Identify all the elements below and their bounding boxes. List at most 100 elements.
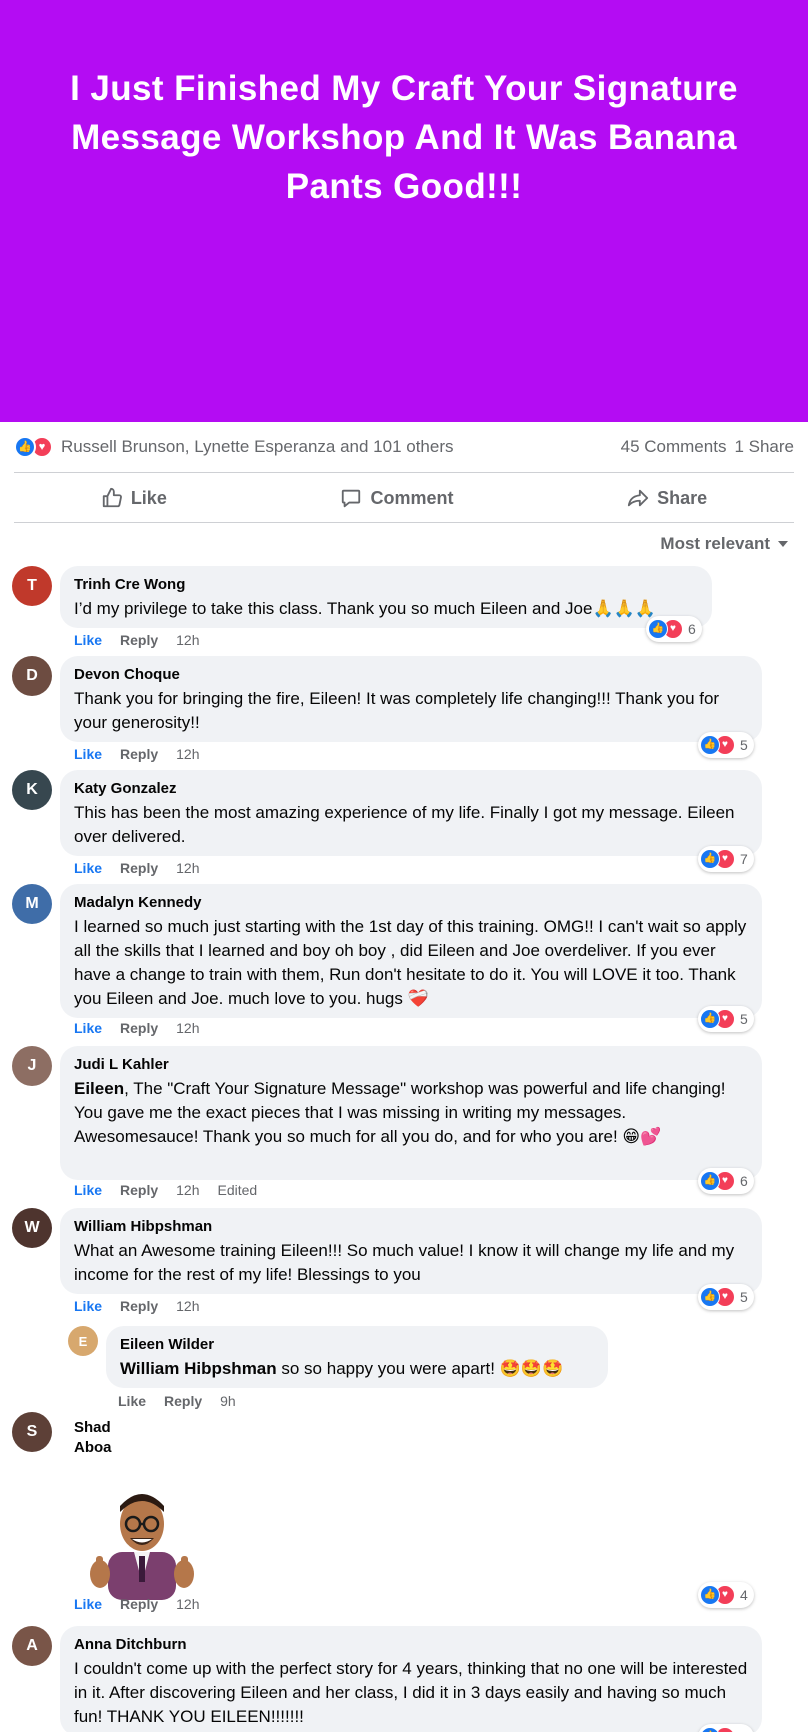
shares-count[interactable]: 1 Share [734, 437, 794, 457]
comment-text: I couldn't come up with the perfect stor… [74, 1659, 748, 1726]
comment-time[interactable]: 12h [176, 632, 199, 648]
comment-like-button[interactable]: Like [74, 1020, 102, 1036]
comment-meta: Like Reply 12h [74, 1596, 200, 1612]
reactors-text[interactable]: Russell Brunson, Lynette Esperanza and 1… [61, 437, 454, 457]
comment-time[interactable]: 12h [176, 1596, 199, 1612]
share-label: Share [657, 487, 708, 508]
comment-time[interactable]: 12h [176, 746, 199, 762]
comment-text: What an Awesome training Eileen!!! So mu… [74, 1241, 735, 1284]
comment-reply-button[interactable]: Reply [120, 1298, 158, 1314]
reactions-summary[interactable]: 👍 ♥ Russell Brunson, Lynette Esperanza a… [14, 436, 454, 458]
comment-text: I learned so much just starting with the… [74, 917, 747, 1008]
like-reaction-icon: 👍 [700, 1727, 720, 1732]
comment-author[interactable]: William Hibpshman [74, 1217, 748, 1237]
comment-author[interactable]: Anna Ditchburn [74, 1635, 748, 1655]
mention[interactable]: Eileen [74, 1079, 124, 1098]
comment-author[interactable]: Devon Choque [74, 665, 748, 685]
avatar[interactable]: W [12, 1208, 52, 1248]
comment-author[interactable]: Katy Gonzalez [74, 779, 748, 799]
avatar[interactable]: K [12, 770, 52, 810]
comment-text: Thank you for bringing the fire, Eileen!… [74, 689, 720, 732]
comment-bubble: Devon Choque Thank you for bringing the … [60, 656, 762, 742]
comment-text: I’d my privilege to take this class. Tha… [74, 599, 656, 618]
comment-meta: Like Reply 9h [118, 1393, 236, 1409]
like-reaction-icon: 👍 [700, 735, 720, 755]
comment-author[interactable]: Judi L Kahler [74, 1055, 748, 1075]
comment-author[interactable]: Trinh Cre Wong [74, 575, 698, 595]
like-label: Like [130, 487, 167, 508]
comment-author[interactable]: Madalyn Kennedy [74, 893, 748, 913]
comment-text: This has been the most amazing experienc… [74, 803, 735, 846]
avatar[interactable]: E [68, 1326, 98, 1356]
comment-like-button[interactable]: Like [74, 746, 102, 762]
caret-down-icon [778, 541, 788, 547]
comment-text: Eileen, The "Craft Your Signature Messag… [74, 1079, 726, 1146]
share-arrow-icon [628, 489, 649, 507]
comment-time[interactable]: 12h [176, 1020, 199, 1036]
comment-sort-dropdown[interactable]: Most relevant [660, 534, 788, 554]
thumbs-up-icon [102, 487, 122, 508]
like-reaction-icon: 👍 [700, 1171, 720, 1191]
comment-meta: Like Reply 12h [74, 860, 200, 876]
comment-reactions[interactable]: 👍 ♥ 4 [698, 1582, 754, 1608]
comment-reactions[interactable]: 👍 ♥ 6 [646, 616, 702, 642]
avatar[interactable]: T [12, 566, 52, 606]
comment-reactions[interactable]: 👍 ♥ 5 [698, 1724, 754, 1732]
reaction-count: 6 [740, 1173, 748, 1189]
comment-reactions[interactable]: 👍 ♥ 6 [698, 1168, 754, 1194]
like-reaction-icon: 👍 [648, 619, 668, 639]
comment-like-button[interactable]: Like [74, 860, 102, 876]
comment-meta: Like Reply 12h Edited [74, 1182, 257, 1198]
mention[interactable]: William Hibpshman [120, 1359, 277, 1378]
comment-time[interactable]: 12h [176, 860, 199, 876]
comment-bubble: Anna Ditchburn I couldn't come up with t… [60, 1626, 762, 1732]
like-reaction-icon: 👍 [700, 1287, 720, 1307]
comment-reactions[interactable]: 👍 ♥ 5 [698, 1284, 754, 1310]
post-banner: I Just Finished My Craft Your Signature … [0, 0, 808, 422]
comment-reply-button[interactable]: Reply [120, 860, 158, 876]
comment-reply-button[interactable]: Reply [120, 1596, 158, 1612]
like-reaction-icon: 👍 [700, 1009, 720, 1029]
comment-reply-button[interactable]: Reply [120, 1182, 158, 1198]
comment-author[interactable]: Shad Aboa [74, 1418, 112, 1458]
avatar[interactable]: A [12, 1626, 52, 1666]
avatar[interactable]: S [12, 1412, 52, 1452]
avatar[interactable]: J [12, 1046, 52, 1086]
comment-bubble: Katy Gonzalez This has been the most ama… [60, 770, 762, 856]
divider [14, 522, 794, 523]
like-button[interactable]: Like [77, 487, 191, 509]
comment-author[interactable]: Eileen Wilder [120, 1335, 594, 1355]
avatar[interactable]: D [12, 656, 52, 696]
comment-reactions[interactable]: 👍 ♥ 5 [698, 1006, 754, 1032]
edited-label[interactable]: Edited [218, 1182, 258, 1198]
comment-like-button[interactable]: Like [74, 1596, 102, 1612]
comment-bubble: Judi L Kahler Eileen, The "Craft Your Si… [60, 1046, 762, 1180]
comment-meta: Like Reply 12h [74, 1020, 200, 1036]
comment-reactions[interactable]: 👍 ♥ 5 [698, 732, 754, 758]
comment-reply-button[interactable]: Reply [164, 1393, 202, 1409]
post-banner-text: I Just Finished My Craft Your Signature … [70, 69, 738, 206]
comment-reactions[interactable]: 👍 ♥ 7 [698, 846, 754, 872]
comment-reply-button[interactable]: Reply [120, 632, 158, 648]
comment-button[interactable]: Comment [316, 487, 477, 509]
reaction-count: 4 [740, 1587, 748, 1603]
comment-bubble: Madalyn Kennedy I learned so much just s… [60, 884, 762, 1018]
comment-time[interactable]: 9h [220, 1393, 236, 1409]
comment-like-button[interactable]: Like [74, 1182, 102, 1198]
comment-like-button[interactable]: Like [74, 632, 102, 648]
comment-reply-button[interactable]: Reply [120, 746, 158, 762]
comment-time[interactable]: 12h [176, 1182, 199, 1198]
comment-like-button[interactable]: Like [74, 1298, 102, 1314]
reaction-count: 5 [740, 1011, 748, 1027]
reaction-icons: 👍 ♥ [14, 436, 53, 458]
like-reaction-icon: 👍 [700, 1585, 720, 1605]
reaction-count: 6 [688, 621, 696, 637]
share-button[interactable]: Share [603, 487, 731, 509]
comment-reply-button[interactable]: Reply [120, 1020, 158, 1036]
comment-like-button[interactable]: Like [118, 1393, 146, 1409]
avatar-sticker-thumbs-up-icon [90, 1494, 194, 1600]
post-actions: Like Comment Share [14, 476, 794, 520]
comments-count[interactable]: 45 Comments [621, 437, 727, 457]
avatar[interactable]: M [12, 884, 52, 924]
comment-time[interactable]: 12h [176, 1298, 199, 1314]
